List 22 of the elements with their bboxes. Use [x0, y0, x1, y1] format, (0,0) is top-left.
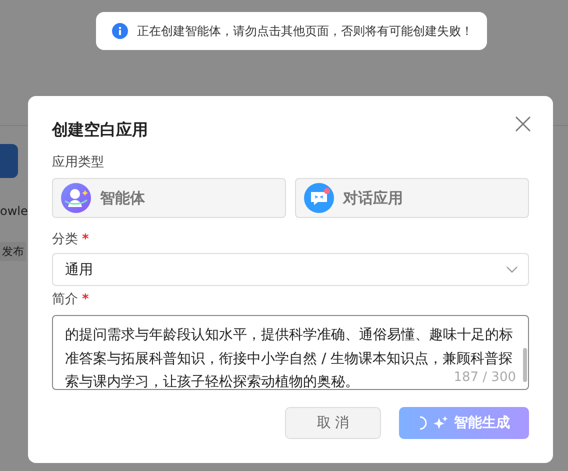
intro-textarea[interactable]: 的提问需求与年龄段认知水平，提供科学准确、通俗易懂、趣味十足的标准答案与拓展科普知识，衔接中小学自然 / 生物课本知识点，兼顾科普探索与课内学习，让孩子轻松探索动植物的奥秘。 187 / 300 — [52, 315, 529, 390]
required-mark: * — [82, 292, 89, 307]
cancel-button[interactable]: 取 消 — [285, 407, 381, 439]
category-select[interactable]: 通用 — [52, 253, 529, 286]
scrollbar — [523, 348, 527, 382]
app-type-option[interactable]: 智能体 — [52, 178, 286, 218]
toast-message: 正在创建智能体，请勿点击其他页面，否则将有可能创建失败！ — [137, 22, 473, 40]
sparkle-icon — [433, 415, 449, 431]
field-label: 简介 * — [52, 291, 89, 309]
robot-icon — [61, 183, 91, 213]
app-type-option[interactable]: 对话应用 — [295, 178, 529, 218]
card-title: owle — [0, 204, 28, 218]
chevron-down-icon — [506, 266, 518, 274]
spinner-icon — [418, 416, 428, 430]
required-mark: * — [82, 232, 89, 247]
field-label: 分类 * — [52, 231, 89, 249]
field-label: 应用类型 — [52, 154, 104, 172]
info-icon — [112, 23, 128, 39]
chat-icon — [304, 183, 334, 213]
publish-tag: 发布 — [0, 242, 26, 261]
dialog-title: 创建空白应用 — [52, 120, 148, 140]
close-icon[interactable] — [515, 116, 531, 132]
